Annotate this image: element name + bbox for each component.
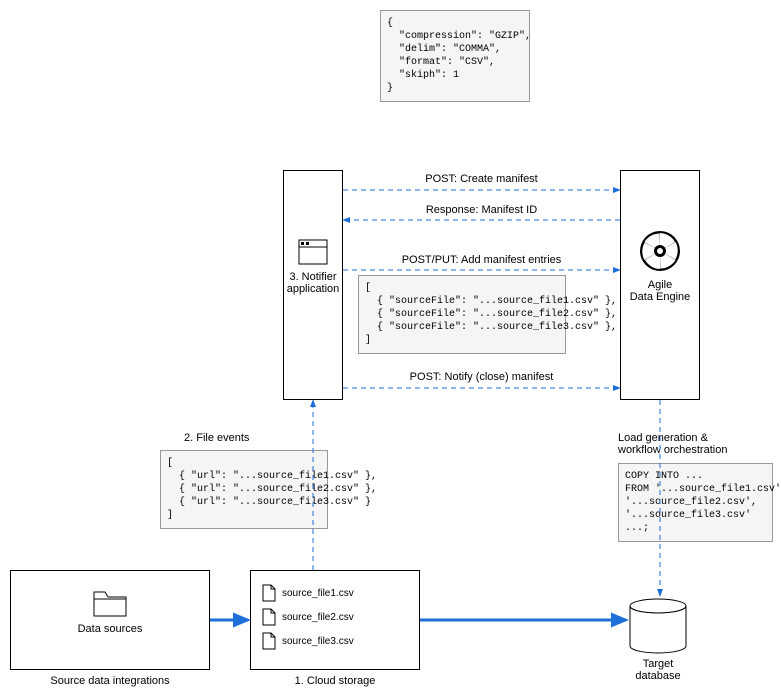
notifier-label-1: 3. Notifier <box>284 271 342 283</box>
label-file-events: 2. File events <box>184 432 249 444</box>
file-icon <box>262 632 276 650</box>
code-box-compression: { "compression": "GZIP", "delim": "COMMA… <box>380 10 530 102</box>
label-target-db: Target database <box>618 658 698 682</box>
app-window-icon <box>298 239 328 265</box>
file-item: source_file3.csv <box>262 632 354 650</box>
label-response: Response: Manifest ID <box>343 204 620 216</box>
folder-icon <box>93 589 127 617</box>
target-db-icon <box>628 598 688 659</box>
label-cloud-storage: 1. Cloud storage <box>250 675 420 687</box>
file-name: source_file1.csv <box>282 588 354 599</box>
data-sources-label: Data sources <box>11 623 209 635</box>
file-name: source_file2.csv <box>282 612 354 623</box>
agile-label-1: Agile <box>621 279 699 291</box>
label-source-integrations: Source data integrations <box>10 675 210 687</box>
file-icon <box>262 608 276 626</box>
agile-box: Agile Data Engine <box>620 170 700 400</box>
agile-label-2: Data Engine <box>621 291 699 303</box>
label-post-put: POST/PUT: Add manifest entries <box>343 254 620 266</box>
agile-engine-icon <box>638 229 682 273</box>
label-load-gen: Load generation & workflow orchestration <box>618 432 758 456</box>
file-item: source_file2.csv <box>262 608 354 626</box>
label-post-create: POST: Create manifest <box>343 173 620 185</box>
code-box-file-events: [ { "url": "...source_file1.csv" }, { "u… <box>160 450 328 529</box>
notifier-box: 3. Notifier application <box>283 170 343 400</box>
label-notify: POST: Notify (close) manifest <box>343 371 620 383</box>
file-name: source_file3.csv <box>282 636 354 647</box>
notifier-label-2: application <box>284 283 342 295</box>
data-sources-box: Data sources <box>10 570 210 670</box>
code-box-copy: COPY INTO ... FROM '...source_file1.csv'… <box>618 463 773 542</box>
file-item: source_file1.csv <box>262 584 354 602</box>
file-icon <box>262 584 276 602</box>
code-box-manifest-entries: [ { "sourceFile": "...source_file1.csv" … <box>358 275 566 354</box>
